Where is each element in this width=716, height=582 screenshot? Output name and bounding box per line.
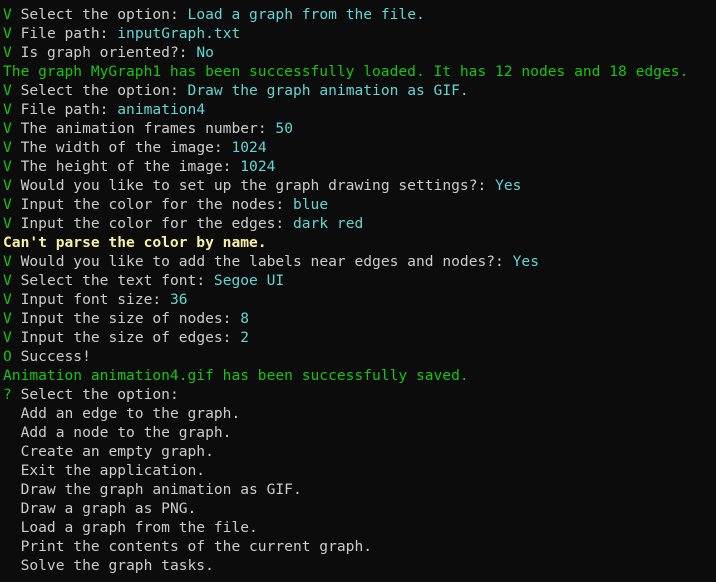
line-marker: O [3, 348, 12, 365]
prompt-text: The animation frames number: [20, 120, 267, 137]
line-marker: V [3, 196, 12, 213]
terminal-line: V Select the text font: Segoe UI [3, 271, 716, 290]
answer-text: animation4 [117, 101, 206, 118]
terminal-line: V Is graph oriented?: No [3, 43, 716, 62]
menu-option-label: Add an edge to the graph. [20, 405, 241, 422]
prompt-text: File path: [20, 25, 109, 42]
menu-option-label: Exit the application. [20, 462, 206, 479]
terminal-line: ? Select the option: [3, 385, 716, 404]
prompt-text: Input the size of edges: [20, 329, 232, 346]
prompt-text: Input font size: [20, 291, 162, 308]
answer-text: Segoe UI [213, 272, 285, 289]
answer-text: Yes [512, 253, 539, 270]
prompt-text: Is graph oriented?: [20, 44, 188, 61]
menu-option[interactable]: Exit the application. [3, 461, 716, 480]
answer-text: 1024 [231, 139, 267, 156]
line-marker: V [3, 253, 12, 270]
line-marker: V [3, 329, 12, 346]
terminal-line: V Input the color for the nodes: blue [3, 195, 716, 214]
answer-text: 36 [169, 291, 188, 308]
prompt-text: Input the color for the edges: [20, 215, 285, 232]
answer-text: 2 [240, 329, 250, 346]
prompt-text: The width of the image: [20, 139, 223, 156]
answer-text: 50 [275, 120, 293, 137]
terminal-line: V File path: inputGraph.txt [3, 24, 716, 43]
terminal-line: V File path: animation4 [3, 100, 716, 119]
success-message: The graph MyGraph1 has been successfully… [3, 63, 689, 80]
terminal-line: V The width of the image: 1024 [3, 138, 716, 157]
terminal-line: Animation animation4.gif has been succes… [3, 366, 716, 385]
answer-text: Yes [495, 177, 522, 194]
line-marker: V [3, 101, 12, 118]
line-marker: V [3, 139, 12, 156]
prompt-text: Input the size of nodes: [20, 310, 232, 327]
answer-text: blue [292, 196, 329, 213]
menu-option[interactable]: Load a graph from the file. [3, 518, 716, 537]
line-marker: V [3, 272, 12, 289]
warning-message: Can't parse the color by name. [3, 234, 267, 251]
terminal-output[interactable]: V Select the option: Load a graph from t… [0, 0, 716, 582]
prompt-text: Would you like to add the labels near ed… [20, 253, 504, 270]
answer-text: Load a graph from the file. [187, 6, 425, 23]
prompt-text: Select the option: [20, 82, 179, 99]
prompt-text: Success! [20, 348, 91, 365]
terminal-line: V Input the size of edges: 2 [3, 328, 716, 347]
answer-text: 1024 [240, 158, 276, 175]
line-marker: V [3, 44, 12, 61]
line-marker: V [3, 310, 12, 327]
success-message: Animation animation4.gif has been succes… [3, 367, 469, 384]
menu-option-label: Draw the graph animation as GIF. [20, 481, 302, 498]
line-marker: ? [3, 386, 12, 403]
menu-option[interactable]: Draw the graph animation as GIF. [3, 480, 716, 499]
menu-option-label: Draw a graph as PNG. [20, 500, 197, 517]
line-marker: V [3, 291, 12, 308]
answer-text: dark red [292, 215, 364, 232]
terminal-line: The graph MyGraph1 has been successfully… [3, 62, 716, 81]
prompt-text: Input the color for the nodes: [20, 196, 285, 213]
terminal-line: V Input font size: 36 [3, 290, 716, 309]
prompt-text: Select the option: [20, 6, 179, 23]
terminal-line: V Input the color for the edges: dark re… [3, 214, 716, 233]
menu-option[interactable]: Add a node to the graph. [3, 423, 716, 442]
terminal-line: V Would you like to add the labels near … [3, 252, 716, 271]
line-marker: V [3, 25, 12, 42]
terminal-line: V Would you like to set up the graph dra… [3, 176, 716, 195]
terminal-line: V Select the option: Draw the graph anim… [3, 81, 716, 100]
menu-option-label: Print the contents of the current graph. [20, 538, 373, 555]
terminal-line: V Select the option: Load a graph from t… [3, 5, 716, 24]
prompt-text: Select the text font: [20, 272, 206, 289]
terminal-line: O Success! [3, 347, 716, 366]
menu-option[interactable]: Add an edge to the graph. [3, 404, 716, 423]
terminal-line: V Input the size of nodes: 8 [3, 309, 716, 328]
menu-option-label: Add a node to the graph. [20, 424, 232, 441]
menu-option[interactable]: Print the contents of the current graph. [3, 537, 716, 556]
line-marker: V [3, 158, 12, 175]
menu-option[interactable]: Create an empty graph. [3, 442, 716, 461]
line-marker: V [3, 177, 12, 194]
line-marker: V [3, 6, 12, 23]
terminal-line: V The animation frames number: 50 [3, 119, 716, 138]
prompt-text: Would you like to set up the graph drawi… [20, 177, 487, 194]
answer-text: 8 [240, 310, 250, 327]
prompt-text: File path: [20, 101, 109, 118]
terminal-line: V The height of the image: 1024 [3, 157, 716, 176]
prompt-text: Select the option: [20, 386, 179, 403]
line-marker: V [3, 120, 12, 137]
answer-text: Draw the graph animation as GIF. [187, 82, 469, 99]
menu-option-label: Solve the graph tasks. [20, 557, 214, 574]
menu-option-label: Load a graph from the file. [20, 519, 258, 536]
prompt-text: The height of the image: [20, 158, 232, 175]
menu-option[interactable]: Solve the graph tasks. [3, 556, 716, 575]
terminal-line: Can't parse the color by name. [3, 233, 716, 252]
line-marker: V [3, 82, 12, 99]
menu-option[interactable]: Draw a graph as PNG. [3, 499, 716, 518]
answer-text: inputGraph.txt [117, 25, 241, 42]
menu-option-label: Create an empty graph. [20, 443, 214, 460]
line-marker: V [3, 215, 12, 232]
answer-text: No [196, 44, 214, 61]
